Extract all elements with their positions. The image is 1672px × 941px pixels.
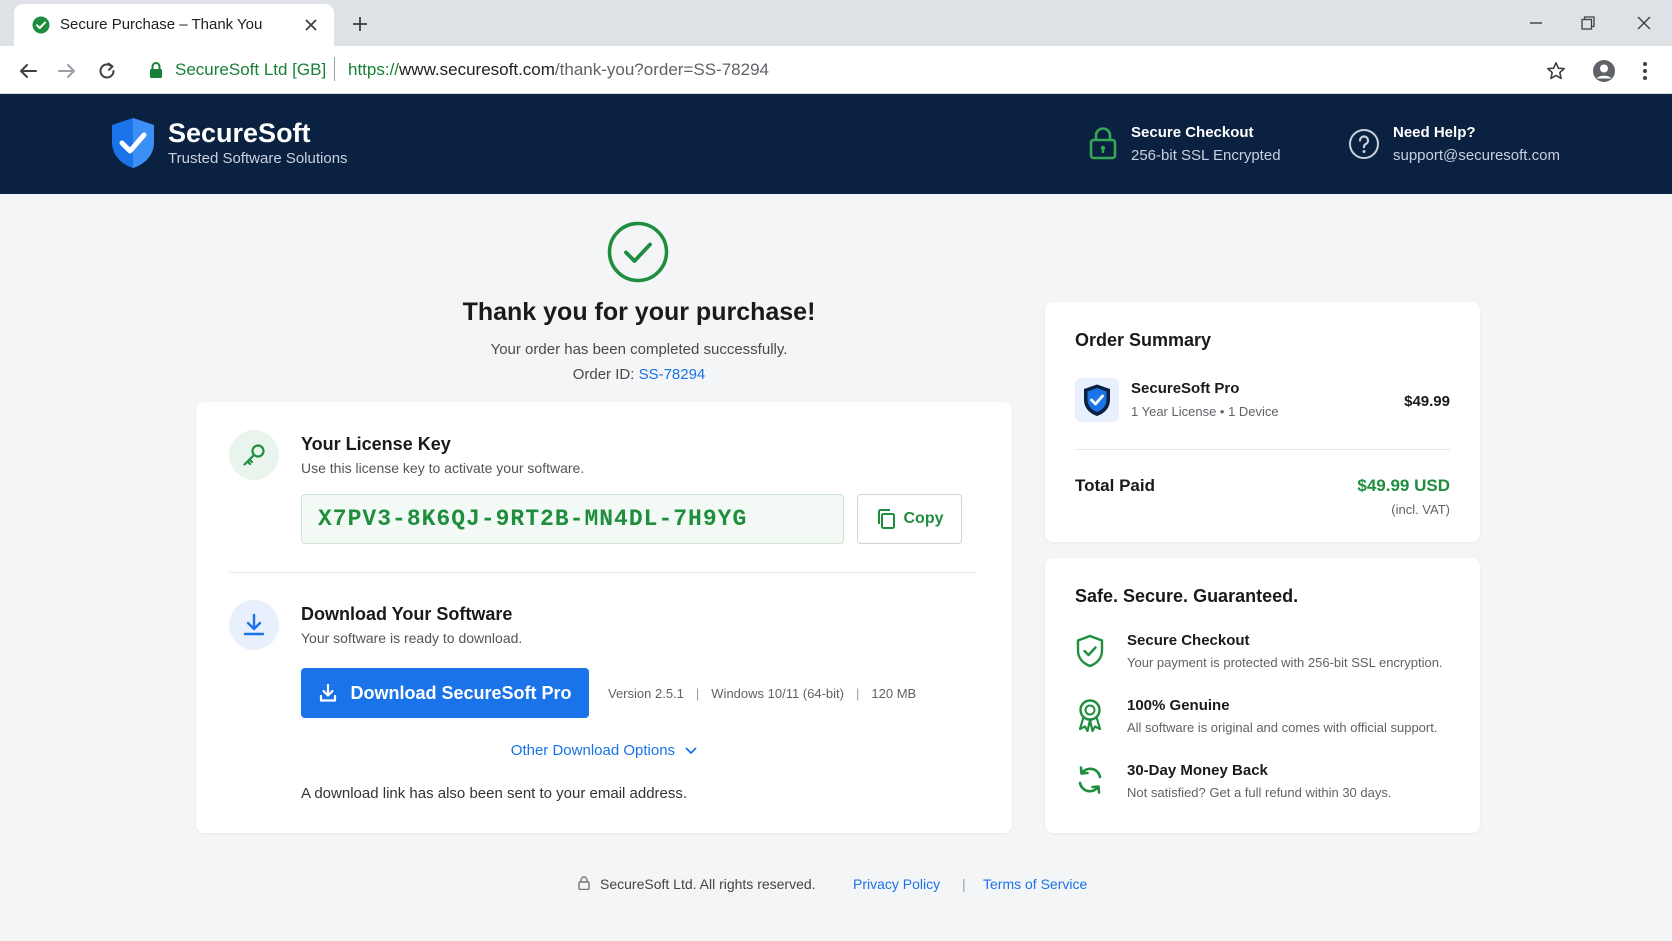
forward-arrow-icon[interactable] [52, 56, 82, 86]
tab-title: Secure Purchase – Thank You [60, 16, 263, 33]
browser-tab[interactable]: Secure Purchase – Thank You [14, 4, 334, 46]
download-arrow-icon [229, 600, 279, 650]
guarantee-item-desc: Your payment is protected with 256-bit S… [1127, 655, 1443, 670]
browser-tabstrip: Secure Purchase – Thank You [0, 0, 1672, 46]
copy-icon [877, 509, 895, 529]
footer-lock-icon [578, 876, 590, 890]
download-button-icon [320, 683, 337, 702]
award-ribbon-icon [1078, 699, 1102, 732]
order-summary-title: Order Summary [1075, 330, 1212, 350]
other-download-options-link[interactable]: Other Download Options [196, 742, 1012, 759]
download-title: Download Your Software [301, 604, 513, 624]
license-key-value[interactable]: X7PV3-8K6QJ-9RT2B-MN4DL-7H9YG [318, 506, 747, 532]
bookmark-star-icon[interactable] [1542, 57, 1570, 85]
page-footer: SecureSoft Ltd. All rights reserved. Pri… [0, 874, 1672, 894]
version-text: Version 2.5.1 [608, 686, 684, 701]
address-separator [334, 57, 335, 81]
shield-check-icon [1076, 634, 1104, 668]
chevron-down-icon [685, 747, 697, 754]
summary-divider [1075, 449, 1450, 450]
terms-of-service-link[interactable]: Terms of Service [983, 876, 1087, 892]
guarantee-item-title: 100% Genuine [1127, 697, 1230, 714]
browser-toolbar: SecureSoft Ltd [GB] https://www.secureso… [0, 46, 1672, 94]
site-header: SecureSoft Trusted Software Solutions Se… [0, 94, 1672, 194]
order-id-label: Order ID: [572, 366, 639, 383]
order-summary-card: Order Summary SecureSoft Pro 1 Year Lice… [1045, 302, 1480, 542]
license-key-title: Your License Key [301, 434, 451, 454]
license-download-card: Your License Key Use this license key to… [196, 402, 1012, 833]
product-license-meta: 1 Year License • 1 Device [1131, 404, 1279, 419]
need-help-title: Need Help? [1393, 124, 1476, 141]
url-path: /thank-you?order=SS-78294 [554, 60, 769, 79]
profile-avatar-icon[interactable] [1590, 57, 1618, 85]
footer-copyright: SecureSoft Ltd. All rights reserved. [600, 876, 816, 892]
download-subtitle: Your software is ready to download. [301, 630, 523, 646]
kebab-menu-icon[interactable] [1631, 57, 1659, 85]
url-host: www.securesoft.com [399, 60, 555, 79]
total-paid-label: Total Paid [1075, 476, 1155, 495]
shield-check-favicon-icon [32, 16, 50, 34]
back-arrow-icon[interactable] [13, 56, 43, 86]
brand-tagline: Trusted Software Solutions [168, 150, 348, 167]
securesoft-shield-logo-icon[interactable] [110, 116, 156, 170]
download-button-label: Download SecureSoft Pro [350, 682, 572, 703]
guarantee-item-title: Secure Checkout [1127, 632, 1250, 649]
footer-separator: | [962, 876, 966, 892]
product-price: $49.99 [1404, 393, 1450, 410]
tab-close-icon[interactable] [300, 14, 322, 36]
download-software-button[interactable]: Download SecureSoft Pro [301, 668, 589, 718]
guarantee-item-title: 30-Day Money Back [1127, 762, 1268, 779]
license-key-field[interactable]: X7PV3-8K6QJ-9RT2B-MN4DL-7H9YG [301, 494, 844, 544]
secure-lock-icon [1089, 127, 1117, 160]
refresh-icon [1078, 766, 1102, 794]
guarantee-item-desc: Not satisfied? Get a full refund within … [1127, 785, 1392, 800]
restore-icon[interactable] [1568, 8, 1608, 38]
guarantee-title: Safe. Secure. Guaranteed. [1075, 586, 1299, 606]
product-shield-icon [1075, 378, 1119, 422]
license-key-subtitle: Use this license key to activate your so… [301, 460, 585, 476]
guarantee-card: Safe. Secure. Guaranteed. Secure Checkou… [1045, 558, 1480, 833]
window-close-icon[interactable] [1624, 8, 1664, 38]
success-check-icon [607, 221, 669, 283]
address-url[interactable]: https://www.securesoft.com/thank-you?ord… [348, 60, 769, 80]
section-divider [229, 572, 977, 573]
new-tab-icon[interactable] [346, 10, 374, 38]
other-download-options-label: Other Download Options [510, 742, 676, 759]
address-org-name[interactable]: SecureSoft Ltd [GB] [175, 60, 326, 80]
copy-button-label: Copy [903, 510, 944, 527]
reload-icon[interactable] [92, 56, 122, 86]
platform-text: Windows 10/11 (64-bit) [711, 686, 844, 701]
guarantee-item-desc: All software is original and comes with … [1127, 720, 1438, 735]
file-size-text: 120 MB [871, 686, 917, 701]
minimize-icon[interactable] [1516, 8, 1556, 38]
help-question-icon[interactable] [1348, 128, 1380, 160]
brand-name[interactable]: SecureSoft [168, 118, 311, 149]
secure-checkout-sub: 256-bit SSL Encrypted [1131, 147, 1281, 164]
product-name: SecureSoft Pro [1131, 380, 1240, 397]
key-icon [229, 430, 279, 480]
download-meta: Version 2.5.1 | Windows 10/11 (64-bit) | 120… [608, 686, 917, 701]
copy-license-button[interactable]: Copy [857, 494, 962, 544]
url-scheme: https:// [348, 60, 400, 79]
privacy-policy-link[interactable]: Privacy Policy [853, 876, 940, 892]
vat-note: (incl. VAT) [1391, 502, 1450, 517]
address-lock-icon[interactable] [149, 61, 163, 79]
order-id-link[interactable]: SS-78294 [639, 366, 706, 383]
email-note: A download link has also been sent to yo… [301, 785, 688, 802]
support-email-link[interactable]: support@securesoft.com [1393, 147, 1560, 164]
secure-checkout-title: Secure Checkout [1131, 124, 1254, 141]
total-paid-value: $49.99 USD [1357, 476, 1450, 495]
